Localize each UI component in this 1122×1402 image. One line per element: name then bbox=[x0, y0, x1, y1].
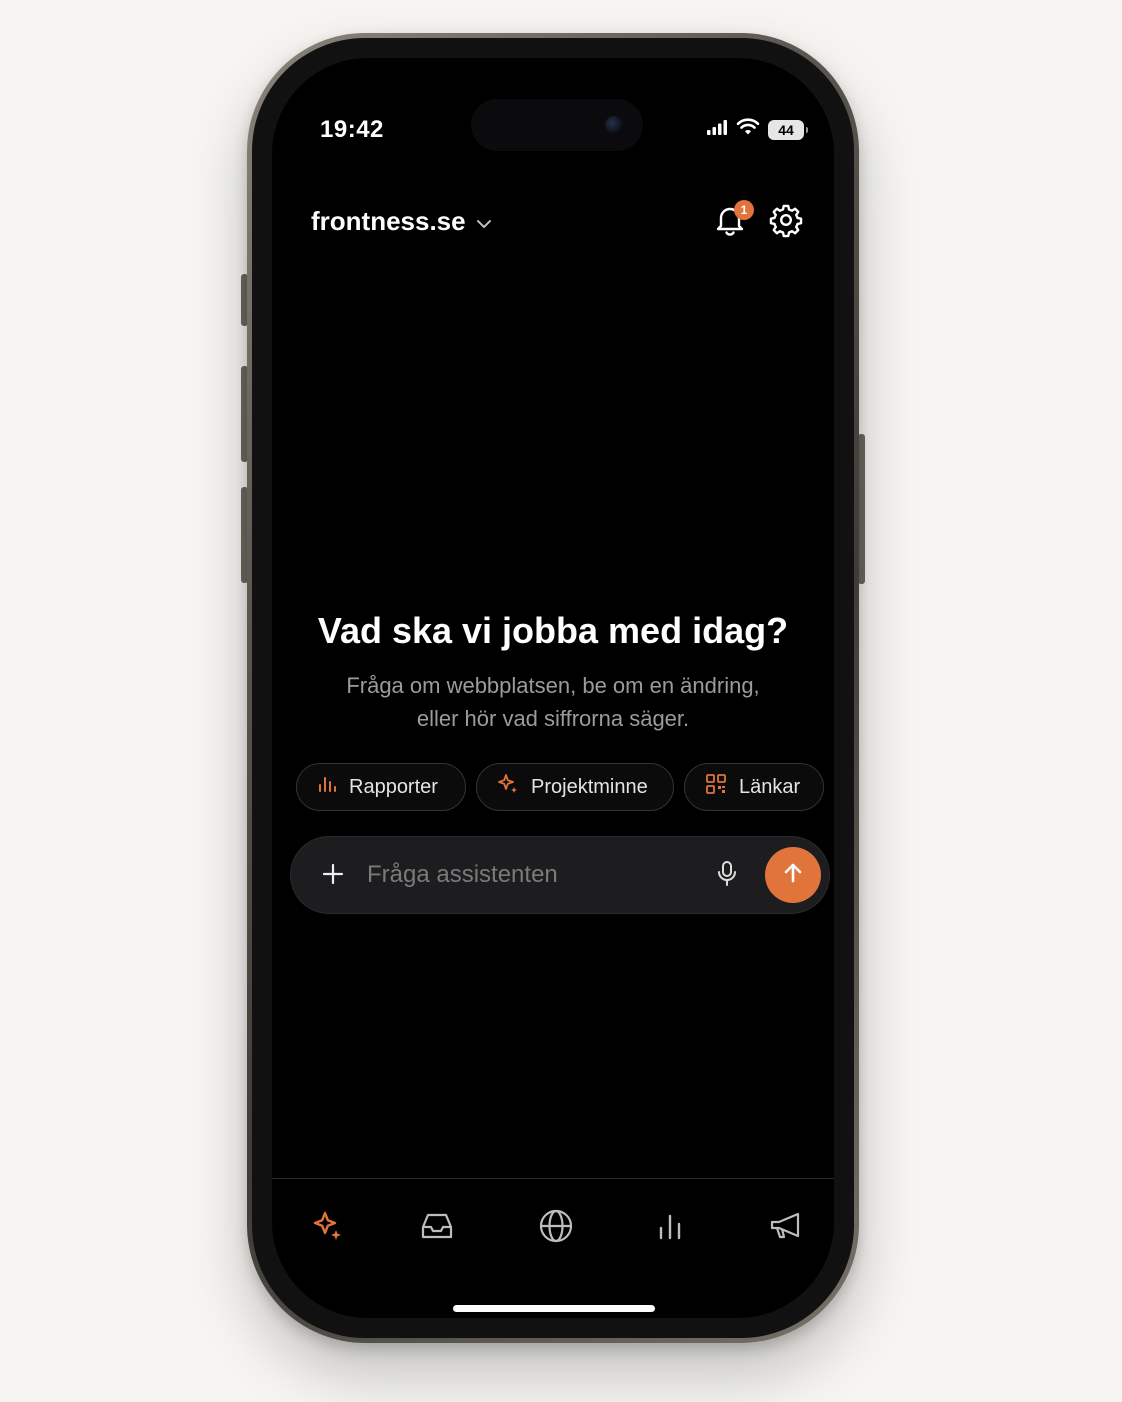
site-name: frontness.se bbox=[311, 206, 466, 236]
power-button bbox=[858, 434, 865, 584]
settings-button[interactable] bbox=[766, 202, 806, 242]
hero-title: Vad ska vi jobba med idag? bbox=[317, 610, 789, 651]
tab-inbox[interactable] bbox=[407, 1198, 467, 1258]
voice-input-button[interactable] bbox=[707, 856, 747, 896]
chip-rapporter[interactable]: Rapporter bbox=[296, 763, 466, 811]
status-indicators: 44 bbox=[706, 118, 808, 141]
tab-website[interactable] bbox=[526, 1198, 586, 1258]
sparkle-icon bbox=[311, 1209, 345, 1248]
tabbar-divider bbox=[272, 1178, 834, 1179]
qr-code-icon bbox=[705, 773, 727, 801]
chip-projektminne[interactable]: Projektminne bbox=[476, 763, 674, 811]
notification-badge: 1 bbox=[734, 200, 754, 220]
chat-composer bbox=[290, 836, 830, 914]
arrow-up-icon bbox=[781, 861, 805, 890]
phone-screen: 19:42 44 frontness.se 1 Vad ska vi jobba… bbox=[272, 58, 834, 1318]
header-actions: 1 bbox=[710, 200, 806, 242]
assistant-input[interactable] bbox=[367, 855, 687, 895]
battery-level: 44 bbox=[778, 121, 794, 138]
inbox-icon bbox=[419, 1211, 455, 1246]
sparkle-icon bbox=[497, 773, 519, 801]
tab-bar bbox=[272, 1198, 834, 1258]
cellular-signal-icon bbox=[706, 119, 728, 140]
dynamic-island bbox=[471, 99, 643, 151]
plus-icon bbox=[321, 862, 345, 891]
phone-bezel: 19:42 44 frontness.se 1 Vad ska vi jobba… bbox=[252, 38, 854, 1338]
hero-subtitle-line2: eller hör vad siffrorna säger. bbox=[416, 706, 690, 731]
hero-subtitle-line1: Fråga om webbplatsen, be om en ändring, bbox=[346, 673, 760, 698]
chevron-down-icon bbox=[476, 206, 492, 237]
bar-chart-icon bbox=[655, 1210, 687, 1247]
phone-frame: 19:42 44 frontness.se 1 Vad ska vi jobba… bbox=[247, 33, 859, 1343]
wifi-icon bbox=[736, 118, 760, 141]
hero-subtitle: Fråga om webbplatsen, be om en ändring, … bbox=[332, 669, 774, 735]
tab-assistant[interactable] bbox=[298, 1198, 358, 1258]
camera-icon bbox=[605, 116, 623, 134]
tab-reports[interactable] bbox=[641, 1198, 701, 1258]
site-selector[interactable]: frontness.se bbox=[311, 206, 492, 237]
chip-label: Rapporter bbox=[349, 775, 438, 798]
send-button[interactable] bbox=[765, 847, 821, 903]
status-time: 19:42 bbox=[320, 116, 384, 143]
microphone-icon bbox=[716, 860, 738, 893]
gear-icon bbox=[768, 202, 804, 243]
bar-chart-icon bbox=[317, 774, 337, 800]
attach-button[interactable] bbox=[313, 856, 353, 896]
home-indicator[interactable] bbox=[453, 1305, 655, 1312]
chip-lankar[interactable]: Länkar bbox=[684, 763, 824, 811]
chip-label: Projektminne bbox=[531, 775, 648, 798]
notifications-button[interactable]: 1 bbox=[710, 200, 754, 242]
megaphone-icon bbox=[768, 1211, 804, 1246]
tab-campaigns[interactable] bbox=[756, 1198, 816, 1258]
globe-icon bbox=[538, 1208, 574, 1249]
quick-actions: Rapporter Projektminne Länkar bbox=[296, 763, 824, 811]
battery-icon: 44 bbox=[768, 119, 808, 140]
stage: 19:42 44 frontness.se 1 Vad ska vi jobba… bbox=[0, 0, 1122, 1402]
chip-label: Länkar bbox=[739, 775, 801, 798]
